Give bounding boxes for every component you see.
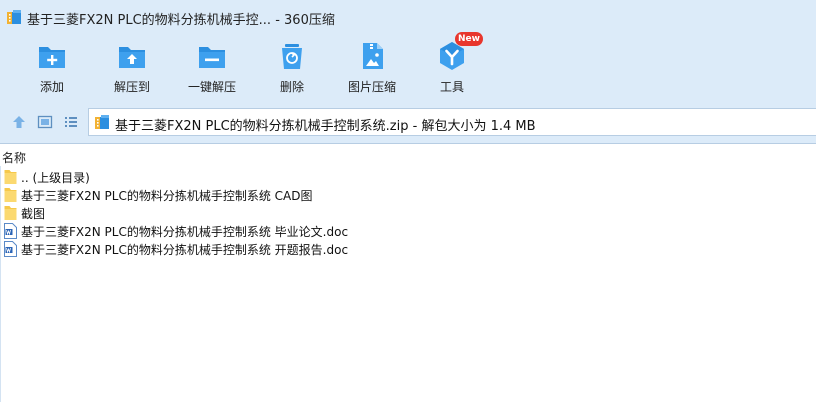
extract-to-label: 解压到 [113,80,150,94]
folder-icon [4,170,17,184]
window-title: 基于三菱FX2N PLC的物料分拣机械手控... - 360压缩 [27,13,335,28]
file-list: .. (上级目录) 基于三菱FX2N PLC的物料分拣机械手控制系统 CAD图 … [0,168,816,258]
file-name: .. (上级目录) [21,171,90,185]
file-name: 基于三菱FX2N PLC的物料分拣机械手控制系统 毕业论文.doc [21,225,349,239]
pane-border [0,166,1,402]
trash-icon [282,44,302,69]
list-item[interactable]: 基于三菱FX2N PLC的物料分拣机械手控制系统 CAD图 [0,186,816,204]
zip-archive-icon [7,10,21,24]
file-name: 基于三菱FX2N PLC的物料分拣机械手控制系统 CAD图 [21,189,313,203]
tools-label: 工具 [439,80,464,94]
zip-archive-icon [95,115,109,129]
list-item[interactable]: 基于三菱FX2N PLC的物料分拣机械手控制系统 开题报告.doc [0,240,816,258]
list-item[interactable]: 截图 [0,204,816,222]
extract-to-icon [119,47,145,68]
image-compress-button[interactable]: 图片压缩 [332,34,412,100]
file-name: 截图 [21,207,46,221]
title-bar: 基于三菱FX2N PLC的物料分拣机械手控... - 360压缩 [0,0,816,34]
add-label: 添加 [39,80,64,94]
path-field[interactable]: 基于三菱FX2N PLC的物料分拣机械手控制系统.zip - 解包大小为 1.4… [88,108,816,136]
image-compress-label: 图片压缩 [347,80,396,94]
one-click-extract-label: 一键解压 [187,80,236,94]
list-item[interactable]: 基于三菱FX2N PLC的物料分拣机械手控制系统 毕业论文.doc [0,222,816,240]
up-arrow-icon[interactable] [11,114,27,130]
extract-to-button[interactable]: 解压到 [92,34,172,100]
one-click-extract-button[interactable]: 一键解压 [172,34,252,100]
folder-icon [4,206,17,220]
file-name: 基于三菱FX2N PLC的物料分拣机械手控制系统 开题报告.doc [21,243,349,257]
word-document-icon [4,223,17,239]
column-header: 名称 [0,146,816,166]
delete-button[interactable]: 删除 [252,34,332,100]
folder-icon [4,188,17,202]
address-bar: 基于三菱FX2N PLC的物料分拣机械手控制系统.zip - 解包大小为 1.4… [0,100,816,144]
toolbar: 添加 解压到 一键解压 删除 图片压缩 New 工具 [0,32,816,100]
add-icon [39,47,65,68]
column-name[interactable]: 名称 [2,149,26,166]
list-view-icon[interactable] [63,114,79,130]
list-item[interactable]: .. (上级目录) [0,168,816,186]
image-compress-icon [363,43,383,69]
archive-path: 基于三菱FX2N PLC的物料分拣机械手控制系统.zip - 解包大小为 1.4… [115,119,536,134]
tools-button[interactable]: New 工具 [412,32,492,100]
word-document-icon [4,241,17,257]
one-click-extract-icon [199,47,225,68]
thumbnail-view-icon[interactable] [37,114,53,130]
delete-label: 删除 [279,80,304,94]
new-badge: New [455,32,483,46]
add-button[interactable]: 添加 [12,34,92,100]
